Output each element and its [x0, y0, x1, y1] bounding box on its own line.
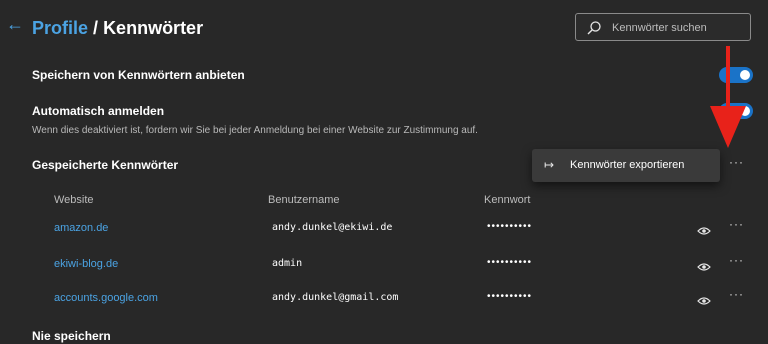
saved-passwords-more-button[interactable]: ··· [729, 155, 744, 169]
column-header-username: Benutzername [268, 194, 340, 206]
username-value: andy.dunkel@ekiwi.de [272, 222, 393, 233]
password-row: accounts.google.com andy.dunkel@gmail.co… [0, 282, 768, 316]
auto-signin-description: Wenn dies deaktiviert ist, fordern wir S… [32, 125, 478, 136]
export-icon: ↦ [544, 158, 555, 172]
username-value: andy.dunkel@gmail.com [272, 292, 399, 303]
page-title: Profile / Kennwörter [32, 16, 203, 40]
offer-save-label: Speichern von Kennwörtern anbieten [32, 68, 245, 82]
website-link[interactable]: amazon.de [54, 222, 108, 234]
search-input[interactable] [610, 18, 750, 38]
breadcrumb-current: Kennwörter [103, 18, 204, 38]
red-arrow-annotation [710, 46, 746, 148]
website-link[interactable]: ekiwi-blog.de [54, 258, 118, 270]
auto-signin-label: Automatisch anmelden [32, 104, 165, 118]
context-menu: ↦ Kennwörter exportieren [532, 149, 720, 182]
password-row: amazon.de andy.dunkel@ekiwi.de •••••••••… [0, 212, 768, 246]
column-header-password: Kennwort [484, 194, 531, 206]
row-more-button[interactable]: ··· [729, 217, 744, 231]
never-save-heading: Nie speichern [32, 329, 111, 343]
search-icon [586, 20, 602, 41]
search-box[interactable] [575, 13, 751, 41]
password-value: •••••••••• [487, 291, 533, 302]
website-link[interactable]: accounts.google.com [54, 292, 158, 304]
show-password-eye-icon[interactable] [697, 293, 711, 305]
password-row: ekiwi-blog.de admin •••••••••• ··· [0, 248, 768, 282]
row-more-button[interactable]: ··· [729, 287, 744, 301]
password-value: •••••••••• [487, 221, 533, 232]
back-arrow-icon[interactable]: ← [6, 14, 24, 34]
password-value: •••••••••• [487, 257, 533, 268]
show-password-eye-icon[interactable] [697, 259, 711, 271]
breadcrumb-profile[interactable]: Profile [32, 18, 88, 38]
show-password-eye-icon[interactable] [697, 223, 711, 235]
column-header-website: Website [54, 194, 94, 206]
export-passwords-menu-item[interactable]: ↦ Kennwörter exportieren [532, 149, 720, 182]
saved-passwords-heading: Gespeicherte Kennwörter [32, 158, 179, 172]
row-more-button[interactable]: ··· [729, 253, 744, 267]
username-value: admin [272, 258, 303, 269]
export-passwords-label: Kennwörter exportieren [570, 159, 685, 171]
breadcrumb-separator: / [93, 18, 99, 38]
